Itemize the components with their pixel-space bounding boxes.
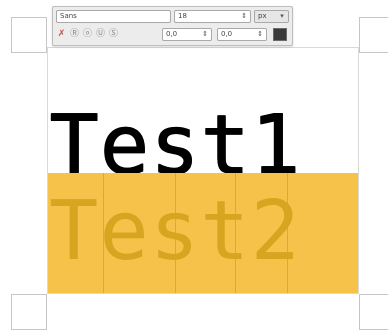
resize-handle-bottom-right[interactable] [359,294,388,330]
baseline-offset-value: 0,0 [166,30,178,38]
font-name-value: Sans [60,12,77,20]
italic-icon[interactable]: ⓞ [82,28,93,41]
resize-handle-top-left[interactable] [11,17,47,53]
text-style-toolbar: Sans 18 ⇕ px ▾ ✗ Ⓡ ⓞ Ⓤ Ⓢ 0,0 ⇕ 0,0 ⇕ [52,6,293,46]
unit-dropdown[interactable]: px ▾ [254,10,289,23]
kerning-value: 0,0 [221,30,233,38]
spin-arrows-icon[interactable]: ⇕ [256,30,264,39]
bold-icon[interactable]: Ⓡ [69,28,80,41]
text-color-swatch[interactable] [273,28,287,41]
resize-handle-top-right[interactable] [359,17,388,53]
spin-arrows-icon[interactable]: ⇕ [201,30,209,39]
underline-icon[interactable]: Ⓤ [95,28,106,41]
font-name-field[interactable]: Sans [56,10,171,23]
strikethrough-icon[interactable]: Ⓢ [108,28,119,41]
font-size-value: 18 [178,12,187,20]
image-canvas[interactable]: Test1 Test2 [0,0,388,333]
resize-handle-bottom-left[interactable] [11,294,47,330]
kerning-field[interactable]: 0,0 ⇕ [217,28,267,41]
font-size-field[interactable]: 18 ⇕ [174,10,251,23]
spin-arrows-icon[interactable]: ⇕ [240,12,248,21]
clear-style-icon[interactable]: ✗ [56,28,67,41]
chevron-down-icon: ▾ [280,12,284,20]
unit-value: px [258,12,267,20]
text-box-outline [47,47,359,294]
baseline-offset-field[interactable]: 0,0 ⇕ [162,28,212,41]
